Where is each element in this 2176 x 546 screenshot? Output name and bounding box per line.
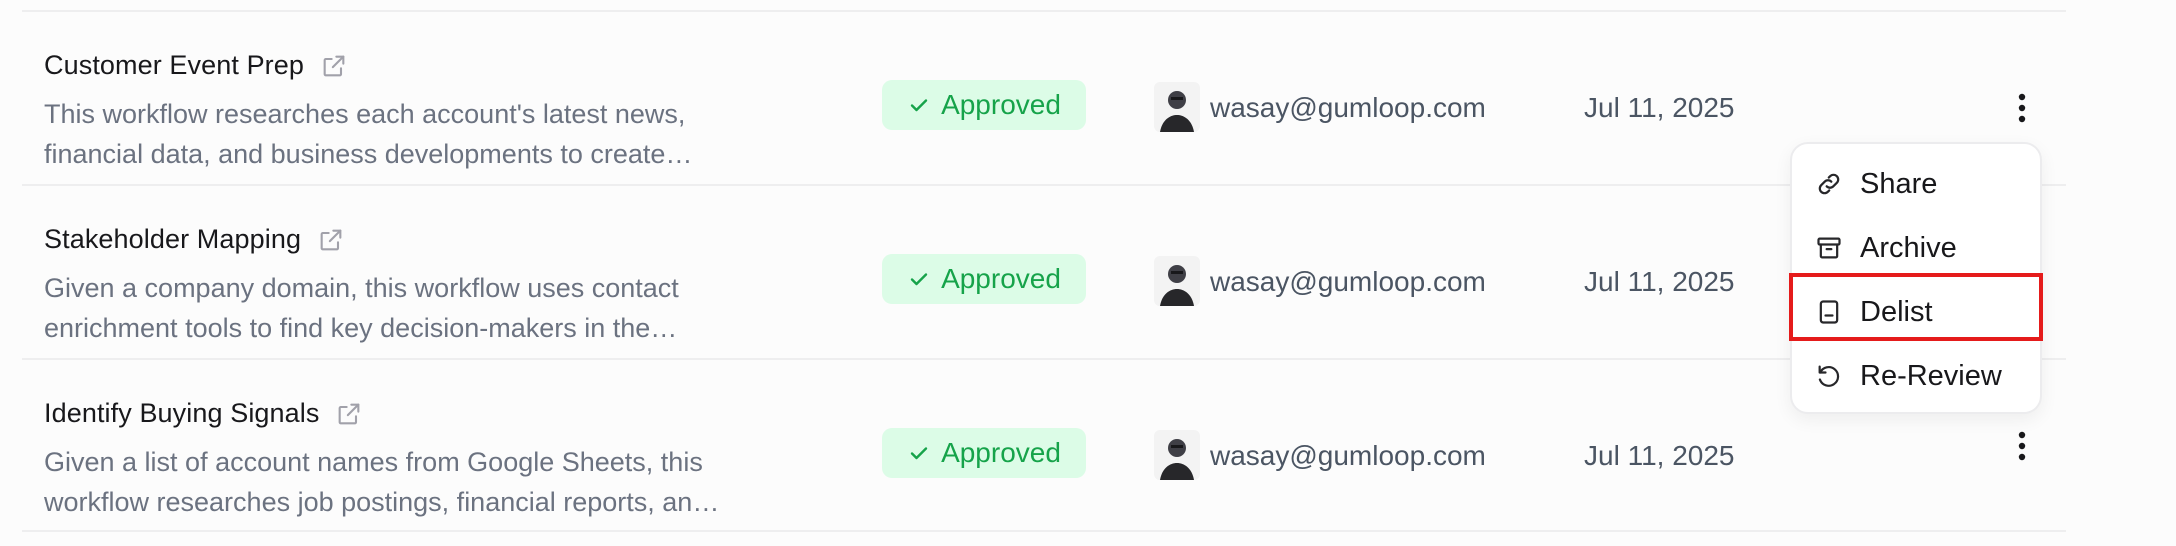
workflow-title[interactable]: Identify Buying Signals [44,398,319,429]
status-label: Approved [941,89,1061,120]
menu-item-delist[interactable]: Delist [1792,282,2040,342]
status-badge: Approved [882,428,1086,478]
table-row[interactable]: Identify Buying Signals Given a list of … [22,360,2066,532]
table-row[interactable]: Stakeholder Mapping Given a company doma… [22,186,2066,358]
more-options-button[interactable] [2004,88,2040,128]
check-icon [907,93,931,117]
menu-item-label: Re-Review [1860,359,2002,392]
row-title-group: Identify Buying Signals [44,398,363,429]
more-vertical-icon [2018,431,2026,461]
row-title-group: Customer Event Prep [44,50,348,81]
menu-item-label: Share [1860,167,1938,200]
status-badge: Approved [882,80,1086,130]
workflow-title[interactable]: Stakeholder Mapping [44,224,301,255]
external-link-icon[interactable] [320,52,348,80]
status-badge: Approved [882,254,1086,304]
workflow-description: This workflow researches each account's … [44,99,693,169]
delist-icon [1814,297,1844,327]
owner-email: wasay@gumloop.com [1210,440,1486,471]
menu-item-archive[interactable]: Archive [1792,218,2040,278]
avatar [1154,430,1200,480]
owner-email: wasay@gumloop.com [1210,266,1486,297]
external-link-icon[interactable] [317,226,345,254]
more-options-button[interactable] [2004,426,2040,466]
workflow-description: Given a company domain, this workflow us… [44,273,679,343]
menu-item-label: Archive [1860,231,1957,264]
updated-date: Jul 11, 2025 [1584,92,1735,123]
updated-date: Jul 11, 2025 [1584,266,1735,297]
rotate-ccw-icon [1814,361,1844,391]
row-title-group: Stakeholder Mapping [44,224,345,255]
check-icon [907,267,931,291]
table-row[interactable]: Customer Event Prep This workflow resear… [22,12,2066,184]
workflow-description: Given a list of account names from Googl… [44,447,720,517]
updated-date: Jul 11, 2025 [1584,440,1735,471]
status-label: Approved [941,437,1061,468]
avatar [1154,82,1200,132]
row-divider [22,530,2066,532]
external-link-icon[interactable] [335,400,363,428]
menu-item-re-review[interactable]: Re-Review [1792,346,2040,406]
avatar [1154,256,1200,306]
check-icon [907,441,931,465]
menu-item-label: Delist [1860,295,1933,328]
row-context-menu: Share Archive Delist Re-Review [1790,142,2042,414]
archive-icon [1814,233,1844,263]
owner-email: wasay@gumloop.com [1210,92,1486,123]
more-vertical-icon [2018,93,2026,123]
workflows-table: Customer Event Prep This workflow resear… [22,0,2066,546]
link-icon [1814,169,1844,199]
status-label: Approved [941,263,1061,294]
menu-item-share[interactable]: Share [1792,154,2040,214]
workflow-title[interactable]: Customer Event Prep [44,50,304,81]
